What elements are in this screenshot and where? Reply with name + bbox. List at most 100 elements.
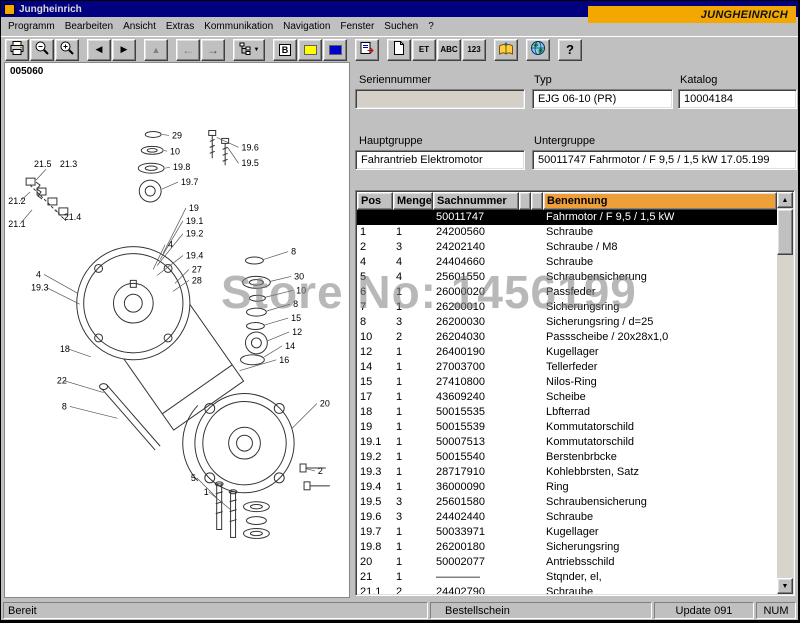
table-row[interactable]: 19.2150015540Berstenbrbcke [357, 450, 777, 465]
up-level-button[interactable]: ▲ [144, 39, 168, 61]
abc-index-button[interactable]: ABC [437, 39, 461, 61]
table-row[interactable]: 6126000020Passfeder [357, 285, 777, 300]
table-body: 50011747Fahrmotor / F 9,5 / 1,5 kW112420… [357, 210, 777, 594]
menu-item-ansicht[interactable]: Ansicht [118, 19, 161, 34]
table-row[interactable]: 5425601550Schraubensicherung [357, 270, 777, 285]
cell-menge: 1 [393, 570, 433, 585]
seriennummer-field[interactable] [355, 89, 525, 109]
cell-benennung: Kommutatorschild [543, 420, 777, 435]
b-marker-icon: B [279, 44, 292, 56]
table-row[interactable]: 19.3128717910Kohlebbrsten, Satz [357, 465, 777, 480]
typ-field[interactable]: EJG 06-10 (PR) [532, 89, 673, 109]
cell-menge: 1 [393, 375, 433, 390]
part-callout: 21.4 [64, 212, 81, 222]
part-callout: 19.3 [31, 282, 48, 292]
table-row[interactable]: 7126200010Sicherungsring [357, 300, 777, 315]
part-callout: 4 [168, 240, 173, 250]
help-button[interactable]: ? [558, 39, 582, 61]
menu-item-help[interactable]: ? [423, 19, 439, 34]
zoom-in-button[interactable] [55, 39, 79, 61]
cell-benennung: Schraube [543, 510, 777, 525]
column-header-blank3[interactable] [519, 192, 531, 210]
column-header-pos[interactable]: Pos [357, 192, 393, 210]
menu-item-bearbeiten[interactable]: Bearbeiten [60, 19, 118, 34]
table-row[interactable]: 15127410800Nilos-Ring [357, 375, 777, 390]
table-row[interactable]: 8326200030Sicherungsring / d=25 [357, 315, 777, 330]
table-row[interactable]: 19.4136000090Ring [357, 480, 777, 495]
table-row[interactable]: 14127003700Tellerfeder [357, 360, 777, 375]
cell-sachnummer: 24202140 [433, 240, 519, 255]
table-row[interactable]: 19.7150033971Kugellager [357, 525, 777, 540]
table-row[interactable]: 19150015539Kommutatorschild [357, 420, 777, 435]
untergruppe-field[interactable]: 50011747 Fahrmotor / F 9,5 / 1,5 kW 17.0… [532, 150, 797, 170]
table-row[interactable]: 50011747Fahrmotor / F 9,5 / 1,5 kW [357, 210, 777, 225]
cell-blank [531, 210, 543, 225]
position-marker-button[interactable]: B [273, 39, 297, 61]
cell-blank [519, 540, 531, 555]
cell-sachnummer: 28717910 [433, 465, 519, 480]
catalog-button[interactable] [494, 39, 518, 61]
numeric-index-button[interactable]: 123 [462, 39, 486, 61]
table-row[interactable]: 2324202140Schraube / M8 [357, 240, 777, 255]
hauptgruppe-field[interactable]: Fahrantrieb Elektromotor [355, 150, 525, 170]
order-list-button[interactable] [355, 39, 379, 61]
menu-item-suchen[interactable]: Suchen [379, 19, 423, 34]
print-button[interactable] [5, 39, 29, 61]
part-callout: 8 [291, 247, 296, 257]
cell-blank [519, 390, 531, 405]
table-row[interactable]: 19.5325601580Schraubensicherung [357, 495, 777, 510]
scrollbar-thumb[interactable] [777, 209, 793, 255]
table-row[interactable]: 1124200560Schraube [357, 225, 777, 240]
cell-benennung: Sicherungsring [543, 300, 777, 315]
menu-item-kommunikation[interactable]: Kommunikation [199, 19, 278, 34]
yellow-marker-button[interactable] [298, 39, 322, 61]
toolbar: ◀ ▶ ▲ ← → ▼ B ET ABC 123 ? [1, 36, 798, 62]
table-row[interactable]: 4424404660Schraube [357, 255, 777, 270]
cell-menge: 2 [393, 330, 433, 345]
globe-button[interactable] [526, 39, 550, 61]
cell-blank [519, 375, 531, 390]
zoom-out-button[interactable] [30, 39, 54, 61]
et-list-button[interactable]: ET [412, 39, 436, 61]
table-row[interactable]: 19.1150007513Kommutatorschild [357, 435, 777, 450]
part-callout: 29 [172, 130, 182, 140]
scroll-up-button[interactable]: ▲ [777, 192, 793, 208]
menu-item-navigation[interactable]: Navigation [278, 19, 335, 34]
table-row[interactable]: 211————Stqnder, el, [357, 570, 777, 585]
scroll-down-button[interactable]: ▼ [777, 578, 793, 594]
page-next-button[interactable]: ▶ [112, 39, 136, 61]
table-row[interactable]: 19.8126200180Sicherungsring [357, 540, 777, 555]
cell-pos: 8 [357, 315, 393, 330]
table-row[interactable]: 12126400190Kugellager [357, 345, 777, 360]
history-back-button[interactable]: ← [176, 39, 200, 61]
menu-item-fenster[interactable]: Fenster [335, 19, 379, 34]
hierarchy-button[interactable]: ▼ [233, 39, 265, 61]
part-callout: 20 [320, 398, 330, 408]
vertical-scrollbar[interactable]: ▲ ▼ [777, 192, 793, 594]
drawing-panel[interactable]: 005060 [4, 62, 350, 598]
table-row[interactable]: 20150002077Antriebsschild [357, 555, 777, 570]
column-header-menge[interactable]: Menge [393, 192, 433, 210]
cell-blank [531, 570, 543, 585]
document-button[interactable] [387, 39, 411, 61]
cell-blank [519, 435, 531, 450]
history-forward-button[interactable]: → [201, 39, 225, 61]
table-row[interactable]: 21.1224402790Schraube [357, 585, 777, 594]
cell-blank [531, 375, 543, 390]
menu-item-programm[interactable]: Programm [3, 19, 60, 34]
page-prev-button[interactable]: ◀ [87, 39, 111, 61]
blue-marker-button[interactable] [323, 39, 347, 61]
menu-item-extras[interactable]: Extras [161, 19, 199, 34]
column-header-benennung[interactable]: Benennung [543, 192, 777, 210]
katalog-field[interactable]: 10004184 [678, 89, 797, 109]
table-row[interactable]: 10226204030Passscheibe / 20x28x1,0 [357, 330, 777, 345]
cell-pos: 19.6 [357, 510, 393, 525]
table-row[interactable]: 18150015535Lbfterrad [357, 405, 777, 420]
cell-benennung: Sicherungsring [543, 540, 777, 555]
table-row[interactable]: 17143609240Scheibe [357, 390, 777, 405]
cell-benennung: Sicherungsring / d=25 [543, 315, 777, 330]
table-row[interactable]: 19.6324402440Schraube [357, 510, 777, 525]
cell-menge: 1 [393, 465, 433, 480]
column-header-blank4[interactable] [531, 192, 543, 210]
column-header-sachnummer[interactable]: Sachnummer [433, 192, 519, 210]
